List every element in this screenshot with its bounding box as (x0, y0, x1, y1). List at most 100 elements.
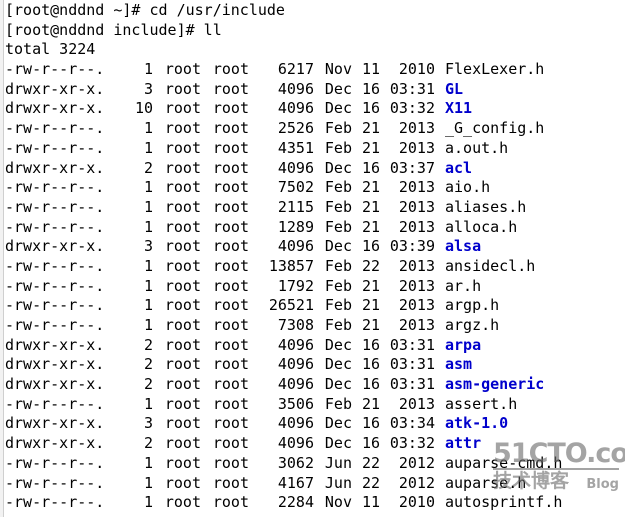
listing-directory-name[interactable]: asm (435, 355, 472, 375)
listing-cell-time: 2012 (398, 453, 435, 472)
listing-cell-perm: -rw-r--r--. (5, 493, 105, 512)
listing-cell-time: 2013 (398, 178, 435, 197)
listing-cell-time: 2012 (398, 473, 435, 492)
listing-cell-owner: root (164, 256, 201, 275)
listing-file-name[interactable]: auparse-cmd.h (435, 454, 562, 474)
listing-cell-group: root (212, 119, 249, 138)
listing-cell-day: 21 (361, 316, 380, 334)
terminal-output-area[interactable]: [root@nddnd ~]# cd /usr/include [root@nd… (5, 0, 625, 513)
listing-row: -rw-r--r--. 1 root root 7308 Feb 21 2013 argz.h (5, 316, 625, 336)
listing-cell-size: 4096 (277, 335, 314, 354)
listing-cell-month: Jun (324, 453, 352, 472)
listing-cell-perm: -rw-r--r--. (5, 473, 105, 492)
listing-cell-month: Feb (324, 178, 352, 197)
listing-file-name[interactable]: auparse.h (435, 474, 526, 494)
listing-file-name[interactable]: _G_config.h (435, 119, 544, 139)
listing-file-name[interactable]: FlexLexer.h (435, 60, 544, 80)
listing-row: -rw-r--r--. 1 root root 1289 Feb 21 2013 alloca.… (5, 218, 625, 238)
terminal-window[interactable]: [root@nddnd ~]# cd /usr/include [root@nd… (0, 0, 625, 517)
listing-cell-day: 21 (361, 296, 380, 315)
listing-cell-size: 4351 (277, 138, 314, 157)
listing-cell-month: Feb (324, 217, 352, 236)
listing-file-name[interactable]: aio.h (435, 178, 490, 198)
listing-file-name[interactable]: autosprintf.h (435, 493, 562, 513)
listing-cell-perm: drwxr-xr-x. (5, 414, 105, 433)
listing-file-name[interactable]: ansidecl.h (435, 257, 535, 277)
listing-cell-perm: -rw-r--r--. (5, 60, 105, 79)
listing-cell-day: 16 (361, 414, 380, 433)
listing-row: -rw-r--r--. 1 root root 26521 Feb 21 2013 argp.h (5, 296, 625, 316)
listing-file-name[interactable]: assert.h (435, 395, 517, 415)
listing-cell-day: 16 (361, 434, 380, 453)
listing-cell-month: Dec (324, 375, 352, 394)
listing-cell-time: 2013 (398, 138, 435, 157)
listing-cell-links: 3 (143, 414, 153, 433)
listing-cell-time: 2010 (398, 493, 435, 512)
listing-file-name[interactable]: a.out.h (435, 139, 508, 159)
listing-cell-group: root (212, 394, 249, 413)
listing-file-name[interactable]: ar.h (435, 277, 481, 297)
listing-row: drwxr-xr-x. 10 root root 4096 Dec 16 03:32 X11 (5, 99, 625, 119)
listing-row: -rw-r--r--. 1 root root 6217 Nov 11 2010 FlexLex… (5, 60, 625, 80)
listing-cell-links: 1 (143, 394, 153, 413)
listing-cell-links: 1 (143, 119, 153, 138)
listing-cell-month: Nov (324, 493, 352, 512)
listing-cell-owner: root (164, 335, 201, 354)
listing-file-name[interactable]: argp.h (435, 296, 499, 316)
listing-directory-name[interactable]: X11 (435, 99, 472, 119)
listing-cell-day: 16 (361, 375, 380, 394)
listing-row: -rw-r--r--. 1 root root 3062 Jun 22 2012 auparse… (5, 454, 625, 474)
listing-cell-group: root (212, 158, 249, 177)
listing-cell-size: 2115 (277, 197, 314, 216)
listing-cell-links: 1 (143, 276, 153, 295)
listing-cell-time: 2013 (398, 256, 435, 275)
listing-cell-time: 2013 (398, 394, 435, 413)
listing-directory-name[interactable]: arpa (435, 336, 481, 356)
listing-directory-name[interactable]: attr (435, 434, 481, 454)
listing-cell-size: 3506 (277, 394, 314, 413)
listing-cell-month: Feb (324, 296, 352, 315)
listing-cell-links: 3 (143, 79, 153, 98)
listing-cell-group: root (212, 138, 249, 157)
listing-file-name[interactable]: alloca.h (435, 218, 517, 238)
listing-cell-time: 03:34 (389, 414, 435, 433)
listing-cell-owner: root (164, 453, 201, 472)
listing-cell-day: 21 (361, 119, 380, 138)
listing-row: -rw-r--r--. 1 root root 2526 Feb 21 2013 _G_conf… (5, 119, 625, 139)
listing-cell-month: Feb (324, 256, 352, 275)
listing-cell-day: 11 (361, 60, 380, 79)
listing-cell-time: 03:31 (389, 335, 435, 354)
listing-cell-size: 4096 (277, 414, 314, 433)
listing-cell-month: Dec (324, 355, 352, 374)
listing-file-name[interactable]: aliases.h (435, 198, 526, 218)
listing-cell-month: Feb (324, 119, 352, 138)
listing-cell-time: 2013 (398, 316, 435, 334)
listing-cell-group: root (212, 99, 249, 118)
total-line: total 3224 (5, 40, 96, 59)
listing-row: drwxr-xr-x. 3 root root 4096 Dec 16 03:34 atk-1.… (5, 414, 625, 434)
listing-cell-owner: root (164, 355, 201, 374)
listing-cell-owner: root (164, 79, 201, 98)
listing-directory-name[interactable]: asm-generic (435, 375, 544, 395)
listing-cell-day: 16 (361, 99, 380, 118)
listing-directory-name[interactable]: GL (435, 80, 463, 100)
listing-cell-owner: root (164, 493, 201, 512)
listing-directory-name[interactable]: atk-1.0 (435, 414, 508, 434)
listing-cell-links: 2 (143, 355, 153, 374)
listing-cell-links: 2 (143, 375, 153, 394)
listing-cell-size: 1792 (277, 276, 314, 295)
listing-cell-size: 1289 (277, 217, 314, 236)
listing-directory-name[interactable]: acl (435, 159, 472, 179)
listing-row: -rw-r--r--. 1 root root 13857 Feb 22 2013 anside… (5, 257, 625, 277)
listing-cell-group: root (212, 375, 249, 394)
listing-cell-time: 03:32 (389, 99, 435, 118)
listing-cell-owner: root (164, 434, 201, 453)
listing-file-name[interactable]: argz.h (435, 316, 499, 336)
listing-cell-links: 1 (143, 138, 153, 157)
listing-cell-month: Nov (324, 60, 352, 79)
listing-cell-group: root (212, 178, 249, 197)
listing-cell-size: 4096 (277, 99, 314, 118)
listing-directory-name[interactable]: alsa (435, 237, 481, 257)
prompt-line-cd: [root@nddnd ~]# cd /usr/include (5, 1, 285, 19)
listing-cell-month: Dec (324, 335, 352, 354)
